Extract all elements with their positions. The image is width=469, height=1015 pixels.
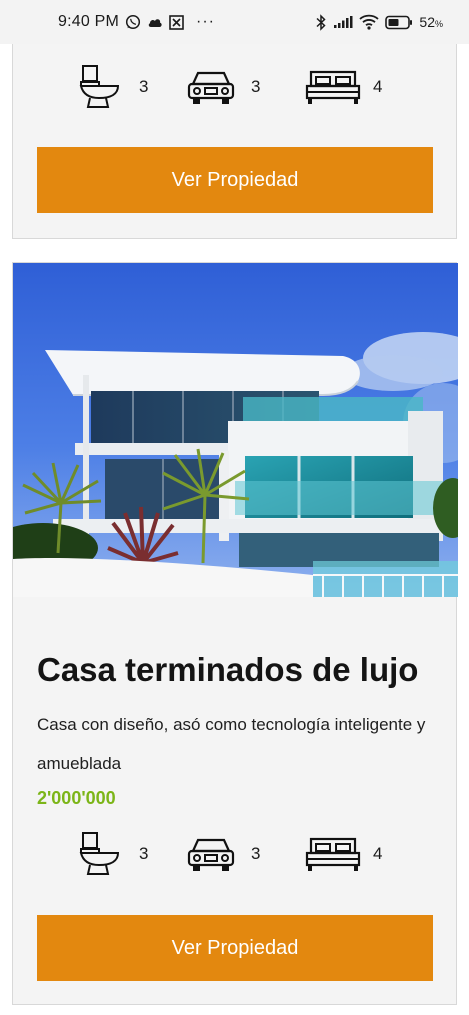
battery-percent: 52: [419, 14, 435, 30]
toilet-icon: [71, 829, 127, 879]
bathrooms-count: 3: [139, 77, 149, 96]
bedrooms-count: 4: [373, 77, 383, 96]
view-property-button[interactable]: Ver Propiedad: [37, 915, 433, 981]
toilet-icon: [71, 62, 127, 112]
property-title: Casa terminados de lujo: [37, 651, 419, 688]
bedrooms-count: 4: [373, 844, 383, 863]
bathrooms-feature: 3: [71, 829, 148, 879]
battery-icon: [385, 15, 413, 30]
property-card[interactable]: Casa terminados de lujo Casa con diseño,…: [12, 262, 458, 1005]
parking-feature: 3: [183, 829, 260, 879]
bathrooms-count: 3: [139, 844, 149, 863]
car-icon: [183, 829, 239, 879]
property-photo: [13, 263, 458, 597]
battery-unit: %: [434, 19, 443, 29]
signal-icon: [333, 15, 353, 29]
cloud-icon: [147, 16, 163, 28]
car-icon: [183, 62, 239, 112]
bed-icon: [305, 62, 361, 112]
bedrooms-feature: 4: [305, 62, 382, 112]
status-bar-right: 52%: [315, 13, 443, 31]
bedrooms-feature: 4: [305, 829, 382, 879]
property-features: 3 3 4: [13, 829, 456, 879]
property-price: 2'000'000: [37, 788, 116, 808]
battery-level: 52%: [419, 14, 443, 30]
app-notification-icon: [169, 14, 184, 30]
parking-count: 3: [251, 77, 261, 96]
wifi-icon: [359, 14, 380, 30]
bathrooms-feature: 3: [71, 62, 148, 112]
bed-icon: [305, 829, 361, 879]
property-card-previous: 3 3 4 Ver Propiedad: [12, 44, 457, 239]
view-property-button[interactable]: Ver Propiedad: [37, 147, 433, 213]
clock: 9:40 PM: [58, 13, 119, 30]
more-notifications-icon: ···: [196, 13, 215, 30]
parking-count: 3: [251, 844, 261, 863]
bluetooth-icon: [315, 13, 327, 31]
property-features: 3 3 4: [13, 62, 456, 112]
status-bar-left: 9:40 PM ···: [58, 13, 215, 31]
parking-feature: 3: [183, 62, 260, 112]
whatsapp-icon: [125, 14, 141, 30]
status-bar: 9:40 PM ··· 52%: [0, 0, 469, 44]
property-description: Casa con diseño, asó como tecnología int…: [37, 715, 426, 773]
